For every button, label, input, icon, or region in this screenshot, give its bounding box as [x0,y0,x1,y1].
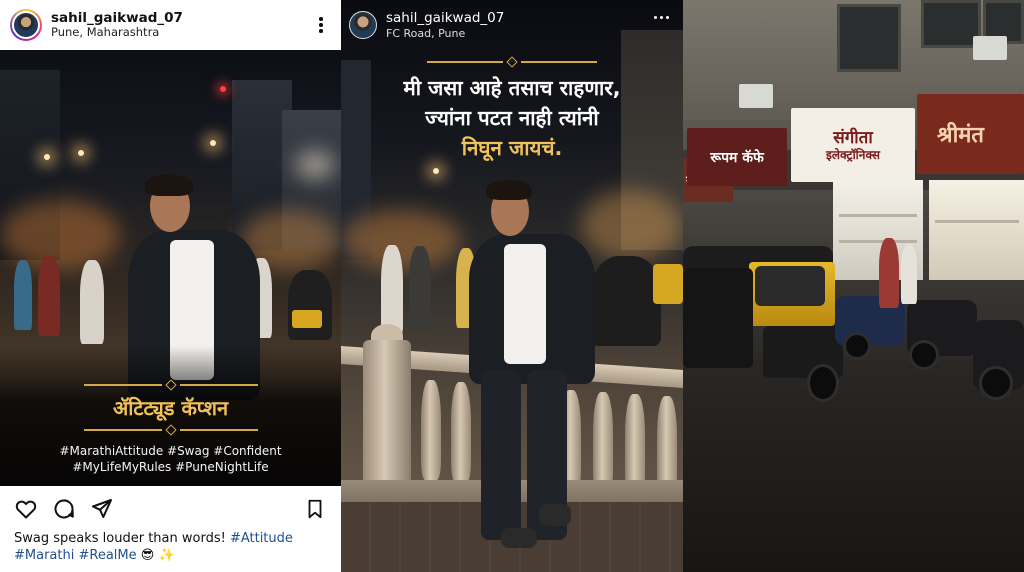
shelf [839,240,917,243]
post-photo: ॲटिट्यूड कॅप्शन #MarathiAttitude #Swag #… [0,50,341,486]
action-bar [0,486,341,532]
street-lamp [78,150,84,156]
ac-unit [739,84,773,108]
pedestrian [80,260,104,344]
more-vertical-icon[interactable] [311,15,331,35]
wheel [843,332,871,360]
pedestrian [14,260,32,330]
location[interactable]: FC Road, Pune [386,27,504,41]
story-view: sahil_gaikwad_07 FC Road, Pune मी जसा आह… [341,0,683,572]
more-horizontal-icon[interactable] [654,16,669,19]
caption-emoji: 😎 ✨ [140,548,175,563]
hashtag-link[interactable]: #Marathi [14,548,74,563]
road [683,360,1024,572]
pedestrian [901,244,917,304]
shop-sign: श्रीमंत [917,94,1024,174]
pedestrian [879,238,899,308]
baluster [451,382,471,482]
jeans-left [481,370,521,540]
shelf [935,220,1019,223]
wheel [979,366,1013,400]
overlay-title: ॲटिट्यूड कॅप्शन [112,396,229,420]
street-lamp [210,140,216,146]
caption-text: Swag speaks louder than words! [14,531,230,546]
baluster [593,392,613,492]
username[interactable]: sahil_gaikwad_07 [51,10,311,26]
quote-line-2: ज्यांना पटत नाही त्यांनी [425,106,599,130]
auto-rickshaw [591,256,661,346]
street-photo: रूपम कॅ रूपम कॅफे संगीता इलेक्ट्रॉनिक्स … [683,0,1024,572]
overlay-hashtags: #MarathiAttitude #Swag #Confident #MyLif… [0,444,341,475]
avatar[interactable] [349,11,377,39]
location[interactable]: Pune, Maharashtra [51,25,311,40]
overlay-hashtags-line1: #MarathiAttitude #Swag #Confident [59,444,282,458]
auto-rickshaw-stripe [653,264,683,304]
shoe [539,504,571,526]
window [921,0,981,48]
street-lamp [433,168,439,174]
shoe [501,528,537,548]
light-glow [0,200,120,270]
comment-icon[interactable] [52,497,76,521]
rickshaw-cab [683,268,753,368]
hashtag-link[interactable]: #Attitude [230,531,293,546]
share-icon[interactable] [90,497,114,521]
post-header: sahil_gaikwad_07 Pune, Maharashtra [0,0,341,50]
baluster [625,394,645,494]
instagram-post: sahil_gaikwad_07 Pune, Maharashtra ॲटिट्… [0,0,341,572]
wheel [807,364,839,402]
heart-icon[interactable] [14,497,38,521]
user-block: sahil_gaikwad_07 Pune, Maharashtra [51,10,311,40]
wheel [909,340,939,370]
quote-ornament [427,56,597,68]
bookmark-icon[interactable] [303,497,327,521]
light-glow [295,150,335,180]
ornament-top [84,379,258,391]
red-light [220,86,226,92]
white-tee [504,244,546,364]
shop-sign: रूपम कॅफे [687,128,787,186]
pedestrian [409,246,431,332]
post-caption: Swag speaks louder than words! #Attitude… [14,530,330,564]
pedestrian [38,256,60,336]
hair [145,174,193,196]
quote-line-1: मी जसा आहे तसाच राहणार, [403,76,621,100]
username[interactable]: sahil_gaikwad_07 [386,10,504,27]
auto-rickshaw-stripe [292,310,322,328]
shop-sign: संगीता इलेक्ट्रॉनिक्स [791,108,915,182]
story-header: sahil_gaikwad_07 FC Road, Pune [341,0,683,50]
avatar-image [12,11,40,39]
ornament-bottom [84,424,258,436]
shop-sign-line: संगीता [833,127,873,148]
shop-sign-line: इलेक्ट्रॉनिक्स [825,148,881,162]
quote-line-3: निघून जायचं. [461,136,563,160]
rickshaw-windshield [755,266,825,306]
ac-unit [973,36,1007,60]
hair [486,180,532,200]
user-block: sahil_gaikwad_07 FC Road, Pune [386,10,504,41]
light-glow [581,190,681,260]
pillar [363,340,411,500]
overlay-hashtags-line2: #MyLifeMyRules #PuneNightLife [72,459,269,474]
baluster [421,380,441,480]
hashtag-link[interactable]: #RealMe [78,548,136,563]
window [837,4,901,72]
pedestrian [381,245,403,335]
street-lamp [44,154,50,160]
shop-interior [929,180,1024,280]
shelf [839,214,917,217]
avatar[interactable] [10,9,42,41]
auto-rickshaw [288,270,332,340]
